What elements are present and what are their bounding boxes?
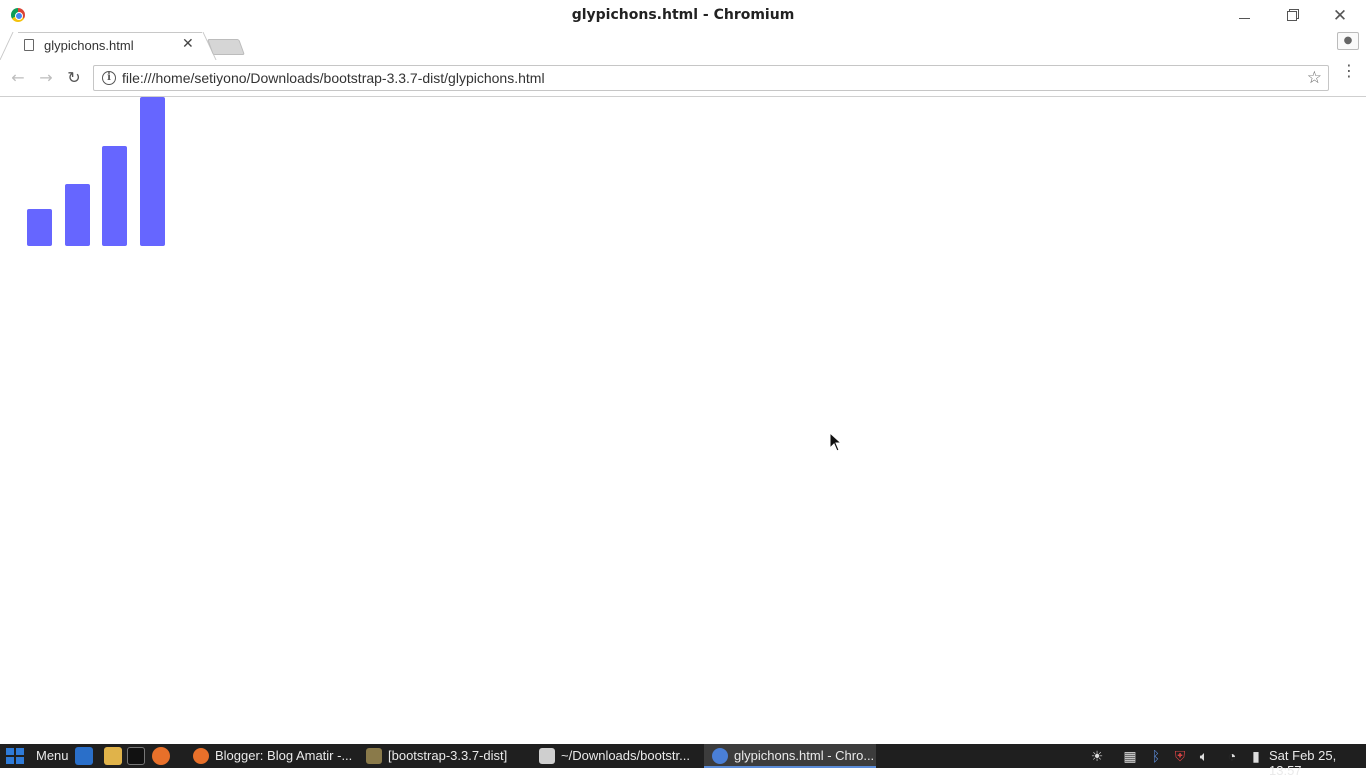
wifi-icon[interactable]: ◔ (1224, 748, 1240, 764)
signal-bar-3 (102, 146, 127, 246)
firefox-launcher-icon[interactable] (152, 747, 170, 765)
address-bar[interactable]: i file:///home/setiyono/Downloads/bootst… (93, 65, 1329, 91)
shield-icon[interactable]: ⛨ (1172, 748, 1188, 764)
signal-bar-1 (27, 209, 52, 246)
close-icon: ✕ (1332, 6, 1348, 26)
task-bootstrap-folder[interactable]: [bootstrap-3.3.7-dist] (358, 744, 528, 768)
taskbar: Menu Blogger: Blog Amatir -... [bootstra… (0, 744, 1366, 778)
close-window-button[interactable]: ✕ (1325, 4, 1355, 28)
task-blogger[interactable]: Blogger: Blog Amatir -... (185, 744, 355, 768)
reload-button[interactable]: ↻ (63, 67, 85, 89)
chromium-icon (712, 748, 728, 764)
person-icon: ● (1343, 35, 1353, 46)
restore-button[interactable] (1277, 4, 1307, 28)
window-title: glypichons.html - Chromium (571, 7, 795, 23)
mouse-cursor-icon (829, 432, 843, 452)
task-chromium[interactable]: glypichons.html - Chro... (704, 744, 876, 768)
arrow-left-icon: ← (11, 68, 25, 87)
arrow-right-icon: → (39, 68, 53, 87)
tab-title: glypichons.html (44, 38, 134, 53)
task-label: glypichons.html - Chro... (734, 748, 875, 763)
forward-button[interactable]: → (35, 67, 57, 89)
reload-icon: ↻ (67, 68, 81, 87)
browser-toolbar: ← → ↻ i file:///home/setiyono/Downloads/… (0, 60, 1366, 97)
restore-icon (1287, 11, 1297, 21)
battery-icon[interactable]: ▮ (1248, 748, 1264, 764)
volume-icon[interactable]: 🔈︎ (1196, 748, 1212, 764)
profile-button[interactable]: ● (1337, 32, 1359, 50)
document-icon (24, 39, 34, 51)
task-label: Blogger: Blog Amatir -... (215, 748, 353, 763)
browser-menu-button[interactable]: ⋮ (1341, 63, 1357, 79)
brightness-icon[interactable]: ☀ (1089, 748, 1105, 764)
page-content (0, 97, 1366, 744)
bookmark-star-icon[interactable]: ☆ (1307, 68, 1322, 88)
file-manager-icon[interactable] (104, 747, 122, 765)
start-menu-icon[interactable] (6, 748, 24, 764)
task-label: ~/Downloads/bootstr... (561, 748, 690, 763)
tab-close-button[interactable]: ✕ (182, 36, 194, 52)
folder-icon (366, 748, 382, 764)
firefox-icon (193, 748, 209, 764)
minimize-button[interactable] (1229, 4, 1259, 28)
back-button[interactable]: ← (7, 67, 29, 89)
menu-button[interactable]: Menu (36, 748, 69, 763)
show-desktop-icon[interactable] (75, 747, 93, 765)
kebab-menu-icon: ⋮ (1341, 61, 1357, 80)
signal-bar-2 (65, 184, 90, 246)
signal-strength-icon (0, 97, 200, 257)
terminal-icon[interactable] (127, 747, 145, 765)
bluetooth-icon[interactable]: ᛒ (1148, 748, 1164, 764)
new-tab-button[interactable] (207, 39, 245, 55)
tab-strip: glypichons.html ✕ ● (0, 30, 1366, 60)
info-icon[interactable]: i (102, 71, 116, 85)
url-text[interactable]: file:///home/setiyono/Downloads/bootstra… (122, 70, 545, 86)
close-tab-icon: ✕ (182, 36, 194, 52)
signal-bar-4 (140, 97, 165, 246)
minimize-icon (1238, 17, 1250, 19)
text-editor-icon (539, 748, 555, 764)
task-text-editor[interactable]: ~/Downloads/bootstr... (531, 744, 701, 768)
clock[interactable]: Sat Feb 25, 13:57 (1269, 748, 1366, 778)
workspace-switcher-icon[interactable]: ▦ (1122, 748, 1138, 764)
task-label: [bootstrap-3.3.7-dist] (388, 748, 508, 763)
title-bar: glypichons.html - Chromium ✕ (0, 0, 1366, 32)
